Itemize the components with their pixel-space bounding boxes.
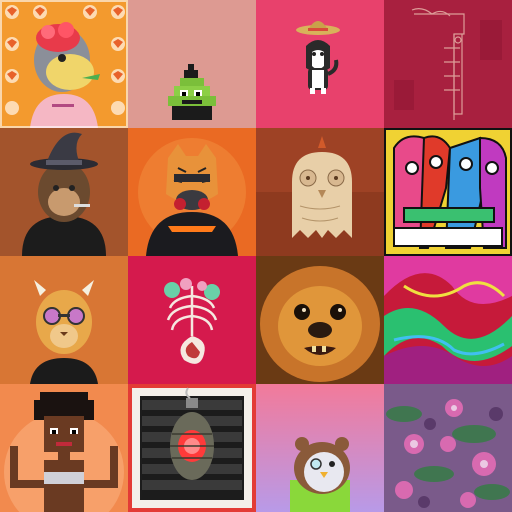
gallery-tile-abstract-sketch[interactable]	[384, 0, 512, 128]
abstract-sketch-artwork	[384, 0, 512, 128]
pixel-girl-artwork	[0, 384, 128, 512]
ape-fox-artwork	[0, 0, 128, 128]
gallery-tile-flowers-closeup[interactable]	[384, 384, 512, 512]
gallery-tile-ape-witch-hat[interactable]	[0, 128, 128, 256]
pekingese-dog-artwork	[256, 256, 384, 384]
gallery-tile-tiger-gasmask[interactable]	[128, 128, 256, 256]
gallery-tile-cubist-faces[interactable]	[384, 128, 512, 256]
tiger-gasmask-artwork	[128, 128, 256, 256]
gallery-tile-ghost-owl[interactable]	[256, 128, 384, 256]
nft-gallery-grid	[0, 0, 512, 512]
bear-penguin-artwork	[256, 384, 384, 512]
psychedelic-artwork	[384, 256, 512, 384]
gallery-tile-floral-skeleton[interactable]	[128, 256, 256, 384]
gallery-tile-ape-fox-pattern[interactable]	[0, 0, 128, 128]
flowers-closeup-artwork	[384, 384, 512, 512]
gallery-tile-lion-sunglasses[interactable]	[0, 256, 128, 384]
gallery-tile-psychedelic[interactable]	[384, 256, 512, 384]
cubist-faces-artwork	[384, 128, 512, 256]
lion-sunglasses-artwork	[0, 256, 128, 384]
floral-skeleton-artwork	[128, 256, 256, 384]
gallery-tile-feel-good-grenade[interactable]	[128, 384, 256, 512]
gallery-tile-bear-penguin[interactable]	[256, 384, 384, 512]
gallery-tile-pixel-girl[interactable]	[0, 384, 128, 512]
ape-witch-hat-artwork	[0, 128, 128, 256]
husky-sombrero-artwork	[256, 0, 384, 128]
pixel-poop-artwork	[128, 0, 256, 128]
ghost-owl-artwork	[256, 128, 384, 256]
gallery-tile-husky-sombrero[interactable]	[256, 0, 384, 128]
gallery-tile-pixel-poop[interactable]	[128, 0, 256, 128]
feel-good-grenade-artwork	[128, 384, 256, 512]
gallery-tile-pekingese-dog[interactable]	[256, 256, 384, 384]
